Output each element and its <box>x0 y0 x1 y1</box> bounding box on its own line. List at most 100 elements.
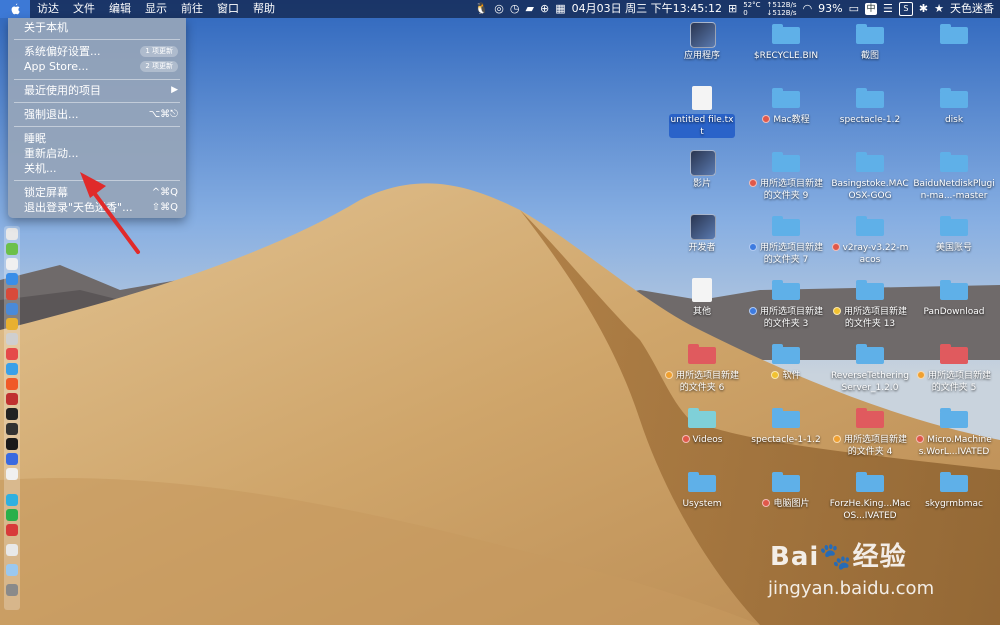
desktop-item-label: 其他 <box>661 306 743 318</box>
color-tag-icon <box>748 307 757 315</box>
dock-app-icon[interactable] <box>6 348 18 360</box>
desktop-folder[interactable]: 美国账号 <box>913 214 995 274</box>
desktop-folder[interactable]: v2ray-v3.22-macos <box>829 214 911 274</box>
dock-app-icon[interactable] <box>6 288 18 300</box>
menu-help[interactable]: 帮助 <box>246 0 282 18</box>
desktop-folder[interactable]: disk <box>913 86 995 146</box>
desktop-app-shortcut[interactable]: 影片 <box>661 150 743 210</box>
dock-app-icon[interactable] <box>6 393 18 405</box>
wifi-icon[interactable]: ◠ <box>803 0 813 18</box>
desktop-item-label: PanDownload <box>913 306 995 318</box>
bluetooth-icon[interactable]: ✱ <box>919 0 928 18</box>
battery-icon[interactable]: ▭ <box>849 0 859 18</box>
dock-app-icon[interactable] <box>6 378 18 390</box>
desktop-folder[interactable]: Micro.Machines.WorL...IVATED <box>913 406 995 466</box>
net-up-text: ↑512B/s <box>766 1 797 9</box>
dock-app-icon[interactable] <box>6 544 18 556</box>
desktop-item-label: 用所选项目新建的文件夹 7 <box>745 242 827 266</box>
desktop-item-name: disk <box>944 115 964 125</box>
folder-icon <box>772 24 800 44</box>
star-icon[interactable]: ★ <box>934 0 944 18</box>
app-icon <box>690 150 716 176</box>
desktop-folder[interactable]: ReverseTetheringServer_1.2.0 <box>829 342 911 402</box>
datetime-text[interactable]: 04月03日 周三 下午13:45:12 <box>572 0 722 18</box>
color-tag-icon <box>832 307 841 315</box>
input-method-icon[interactable]: 中 <box>865 3 878 15</box>
watermark-url: jingyan.baidu.com <box>768 578 935 599</box>
desktop-folder[interactable]: 用所选项目新建的文件夹 4 <box>829 406 911 466</box>
sync-icon[interactable]: ◎ <box>494 0 504 18</box>
dock-app-icon[interactable] <box>6 318 18 330</box>
grid-icon[interactable]: ⊞ <box>728 0 737 18</box>
desktop-folder[interactable]: spectacle-1-1.2 <box>745 406 827 466</box>
dock-app-icon[interactable] <box>6 453 18 465</box>
desktop-folder[interactable]: 用所选项目新建的文件夹 13 <box>829 278 911 338</box>
globe-icon[interactable]: ⊕ <box>540 0 549 18</box>
user-name[interactable]: 天色迷香 <box>950 0 994 18</box>
desktop-item-label: Usystem <box>661 498 743 510</box>
menu-list-icon[interactable]: ☰ <box>883 0 893 18</box>
app-icon <box>690 22 716 48</box>
desktop-folder[interactable]: 电脑图片 <box>745 470 827 530</box>
desktop-item-name: 用所选项目新建的文件夹 7 <box>759 243 823 265</box>
net-down-text: ↓512B/s <box>766 9 797 17</box>
dock-app-icon[interactable] <box>6 564 18 576</box>
desktop-folder[interactable]: Videos <box>661 406 743 466</box>
dock-app-icon[interactable] <box>6 333 18 345</box>
desktop-folder[interactable]: 用所选项目新建的文件夹 3 <box>745 278 827 338</box>
desktop-folder[interactable]: Basingstoke.MACOSX-GOG <box>829 150 911 210</box>
desktop-folder[interactable]: 软件 <box>745 342 827 402</box>
desktop-folder[interactable]: 用所选项目新建的文件夹 6 <box>661 342 743 402</box>
desktop-folder[interactable]: skygrmbmac <box>913 470 995 530</box>
dock-app-icon[interactable] <box>6 408 18 420</box>
color-tag-icon <box>762 499 771 507</box>
folder-icon <box>772 408 800 428</box>
trash-icon[interactable] <box>6 584 18 596</box>
dock-app-icon[interactable] <box>6 303 18 315</box>
desktop-item-name: 用所选项目新建的文件夹 5 <box>927 371 991 393</box>
clock-icon[interactable]: ◷ <box>510 0 520 18</box>
qq-icon[interactable]: 🐧 <box>475 0 489 18</box>
battery-text[interactable]: 93% <box>818 0 842 18</box>
desktop-folder[interactable] <box>913 22 995 82</box>
desktop-item-label: 用所选项目新建的文件夹 9 <box>745 178 827 202</box>
desktop-folder[interactable]: 用所选项目新建的文件夹 7 <box>745 214 827 274</box>
desktop-folder[interactable]: 截图 <box>829 22 911 82</box>
baidu-jingyan-watermark: Bai🐾经验 jingyan.baidu.com <box>760 534 960 604</box>
desktop-folder[interactable]: Mac教程 <box>745 86 827 146</box>
menu-window[interactable]: 窗口 <box>210 0 246 18</box>
color-tag-icon <box>681 435 690 443</box>
system-stats[interactable]: 52°C 0 <box>743 1 760 17</box>
folder-icon <box>772 216 800 236</box>
folder-icon <box>856 88 884 108</box>
dock-app-icon[interactable] <box>6 363 18 375</box>
network-speed[interactable]: ↑512B/s ↓512B/s <box>767 1 797 17</box>
desktop-file[interactable]: 其他 <box>661 278 743 338</box>
desktop-folder[interactable]: 用所选项目新建的文件夹 5 <box>913 342 995 402</box>
desktop-folder[interactable]: spectacle-1.2 <box>829 86 911 146</box>
desktop-item-label: Mac教程 <box>745 114 827 126</box>
notification-icon[interactable]: ▰ <box>526 0 534 18</box>
dock-app-icon[interactable] <box>6 468 18 480</box>
desktop-item-name: 电脑图片 <box>773 499 810 509</box>
folder-icon <box>688 344 716 364</box>
desktop-folder[interactable]: 用所选项目新建的文件夹 9 <box>745 150 827 210</box>
s-app-icon[interactable]: S <box>898 2 913 16</box>
desktop-folder[interactable]: ForzHe.King...MacOS...IVATED <box>829 470 911 530</box>
dock-app-icon[interactable] <box>6 494 18 506</box>
desktop-file[interactable]: untitled file.txt <box>661 86 743 146</box>
desktop-item-name: 用所选项目新建的文件夹 13 <box>843 307 907 329</box>
desktop-folder[interactable]: PanDownload <box>913 278 995 338</box>
desktop-app-shortcut[interactable]: 开发者 <box>661 214 743 274</box>
dock-app-icon[interactable] <box>6 509 18 521</box>
temperature-text: 52°C <box>743 1 761 9</box>
desktop-folder[interactable]: Usystem <box>661 470 743 530</box>
desktop-item-name: 影片 <box>692 179 711 189</box>
desktop-app-shortcut[interactable]: 应用程序 <box>661 22 743 82</box>
desktop-item-name: 用所选项目新建的文件夹 4 <box>843 435 907 457</box>
dock-app-icon[interactable] <box>6 524 18 536</box>
desktop-folder[interactable]: BaiduNetdiskPlugin-ma...-master <box>913 150 995 210</box>
dock-app-icon[interactable] <box>6 423 18 435</box>
desktop-folder[interactable]: $RECYCLE.BIN <box>745 22 827 82</box>
dock-app-icon[interactable] <box>6 438 18 450</box>
